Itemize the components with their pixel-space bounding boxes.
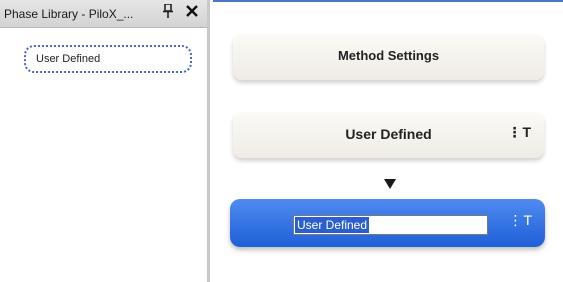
node-label: Method Settings: [337, 48, 440, 63]
pin-icon[interactable]: [160, 3, 176, 22]
down-arrow-icon: [384, 179, 396, 189]
phase-library-panel: Phase Library - PiloX_... User Defined: [0, 0, 210, 282]
selected-text-highlight: User Defined: [295, 217, 370, 233]
node-label: User Defined: [345, 126, 432, 142]
panel-header: Phase Library - PiloX_...: [0, 0, 207, 28]
user-defined-node[interactable]: User Defined ⋮T: [233, 112, 544, 158]
phase-list-item-user-defined[interactable]: User Defined: [24, 45, 192, 73]
close-icon[interactable]: [183, 4, 201, 22]
method-canvas: Method Settings User Defined ⋮T User Def…: [213, 0, 563, 282]
node-menu-icon[interactable]: ⋮T: [508, 212, 533, 232]
panel-title: Phase Library - PiloX_...: [4, 7, 134, 21]
phase-list-item-label: User Defined: [36, 53, 101, 65]
method-settings-node[interactable]: Method Settings: [233, 34, 544, 80]
node-menu-icon[interactable]: ⋮T: [507, 124, 532, 144]
selected-phase-node[interactable]: User Defined ⋮T: [230, 199, 545, 247]
